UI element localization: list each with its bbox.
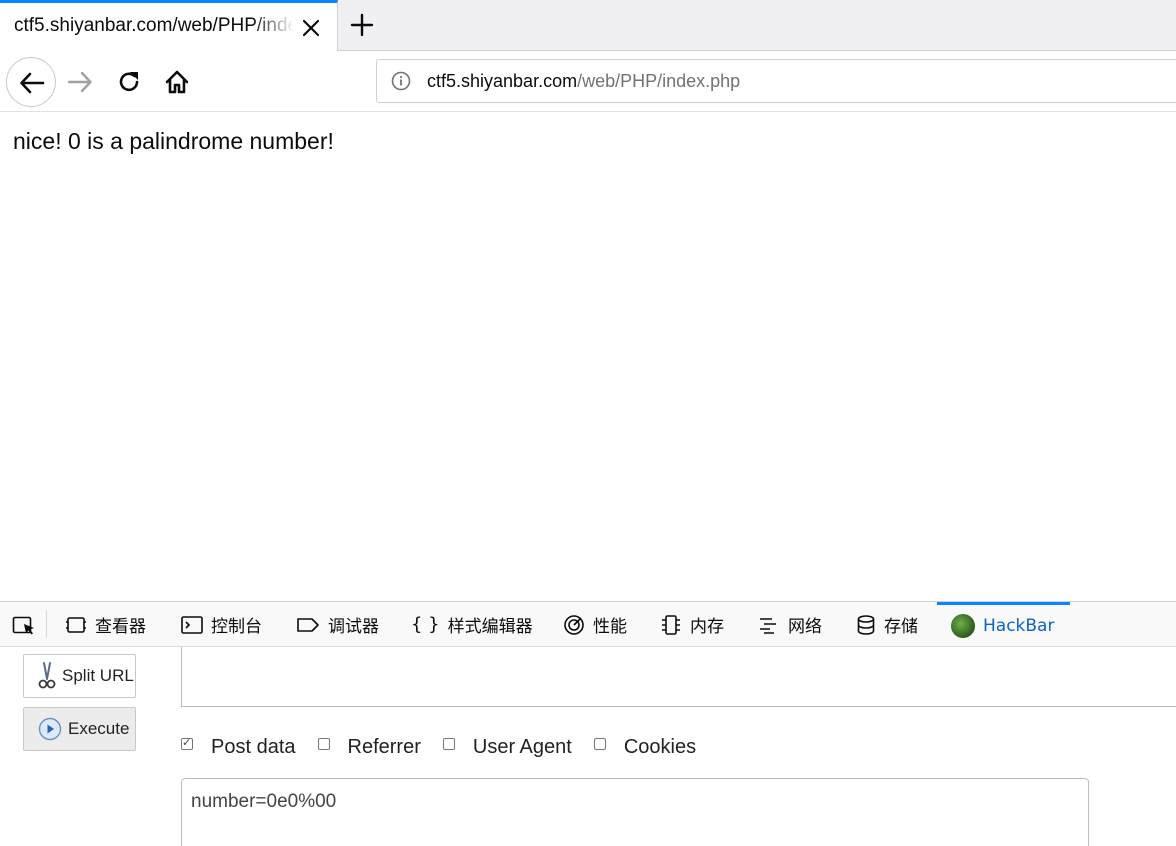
tab-style-editor[interactable]: { } 样式编辑器 (411, 602, 533, 647)
tab-inspector[interactable]: 查看器 (65, 602, 146, 647)
style-editor-icon: { } (411, 614, 440, 635)
browser-tab[interactable]: ctf5.shiyanbar.com/web/PHP/index.php (0, 0, 338, 51)
post-data-checkbox[interactable] (181, 736, 193, 750)
info-icon[interactable] (391, 71, 411, 91)
element-picker-icon[interactable] (12, 614, 36, 636)
page-message: nice! 0 is a palindrome number! (13, 128, 334, 154)
url-path: /web/PHP/index.php (577, 71, 741, 91)
tab-label: 性能 (593, 617, 627, 637)
tab-strip: ctf5.shiyanbar.com/web/PHP/index.php (0, 0, 1176, 51)
tab-performance[interactable]: 性能 (563, 602, 627, 647)
play-icon (38, 717, 62, 741)
tab-label: 内存 (690, 617, 724, 637)
referrer-label: Referrer (347, 735, 421, 758)
close-icon[interactable] (300, 17, 322, 39)
post-data-input[interactable]: number=0e0%00 (181, 778, 1089, 846)
tab-label: 样式编辑器 (447, 617, 533, 637)
post-data-option[interactable]: Post data (181, 736, 296, 759)
tab-label: 存储 (884, 617, 918, 637)
toolbar-separator (46, 610, 47, 638)
devtools-toolbar: 查看器 控制台 调试器 { } 样式编辑器 性能 内存 网络 存储 HackBa… (0, 602, 1176, 647)
tab-label: 控制台 (211, 617, 262, 637)
cookies-label: Cookies (623, 735, 697, 758)
tab-debugger[interactable]: 调试器 (296, 602, 379, 647)
storage-icon (857, 614, 875, 635)
back-arrow-icon (20, 72, 45, 94)
url-host: ctf5.shiyanbar.com (427, 71, 578, 91)
url-input[interactable] (181, 647, 1176, 707)
console-icon (181, 615, 203, 634)
url-text: ctf5.shiyanbar.com/web/PHP/index.php (427, 71, 740, 92)
tab-console[interactable]: 控制台 (181, 602, 262, 647)
url-bar[interactable]: ctf5.shiyanbar.com/web/PHP/index.php (376, 59, 1176, 103)
network-icon (760, 617, 776, 634)
tab-label: HackBar (983, 616, 1055, 636)
tab-label: 调试器 (328, 617, 379, 637)
back-button[interactable] (6, 57, 56, 107)
tab-hackbar[interactable]: HackBar (937, 602, 1070, 647)
split-url-label: Split URL (62, 666, 134, 685)
split-url-button[interactable]: Split URL (23, 654, 136, 698)
tab-memory[interactable]: 内存 (660, 602, 724, 647)
tab-label: 网络 (788, 617, 822, 637)
tab-label: 查看器 (95, 617, 146, 637)
hackbar-icon (951, 614, 975, 638)
user-agent-option[interactable]: User Agent (442, 735, 572, 759)
tab-network[interactable]: 网络 (758, 602, 822, 647)
memory-icon (662, 614, 680, 635)
tab-storage[interactable]: 存储 (856, 602, 918, 647)
inspector-icon (66, 616, 86, 633)
nav-bar: ctf5.shiyanbar.com/web/PHP/index.php (0, 51, 1176, 112)
execute-label: Execute (68, 719, 130, 738)
cookies-checkbox[interactable] (593, 738, 606, 750)
home-icon[interactable] (164, 69, 190, 95)
devtools-panel: 查看器 控制台 调试器 { } 样式编辑器 性能 内存 网络 存储 HackBa… (0, 601, 1176, 846)
hackbar-options: Post data Referrer User Agent Cookies (181, 736, 718, 758)
post-data-label: Post data (211, 735, 296, 758)
tab-title: ctf5.shiyanbar.com/web/PHP/index.php (14, 15, 294, 36)
scissors-icon (38, 662, 56, 689)
referrer-checkbox[interactable] (317, 738, 330, 750)
forward-arrow-icon[interactable] (67, 69, 93, 95)
referrer-option[interactable]: Referrer (317, 735, 421, 759)
debugger-icon (297, 617, 319, 632)
user-agent-checkbox[interactable] (442, 738, 455, 750)
cookies-option[interactable]: Cookies (593, 735, 697, 759)
performance-icon (564, 614, 584, 635)
new-tab-plus-icon[interactable] (350, 13, 374, 37)
reload-icon[interactable] (116, 69, 142, 95)
user-agent-label: User Agent (472, 735, 572, 758)
execute-button[interactable]: Execute (23, 707, 136, 751)
